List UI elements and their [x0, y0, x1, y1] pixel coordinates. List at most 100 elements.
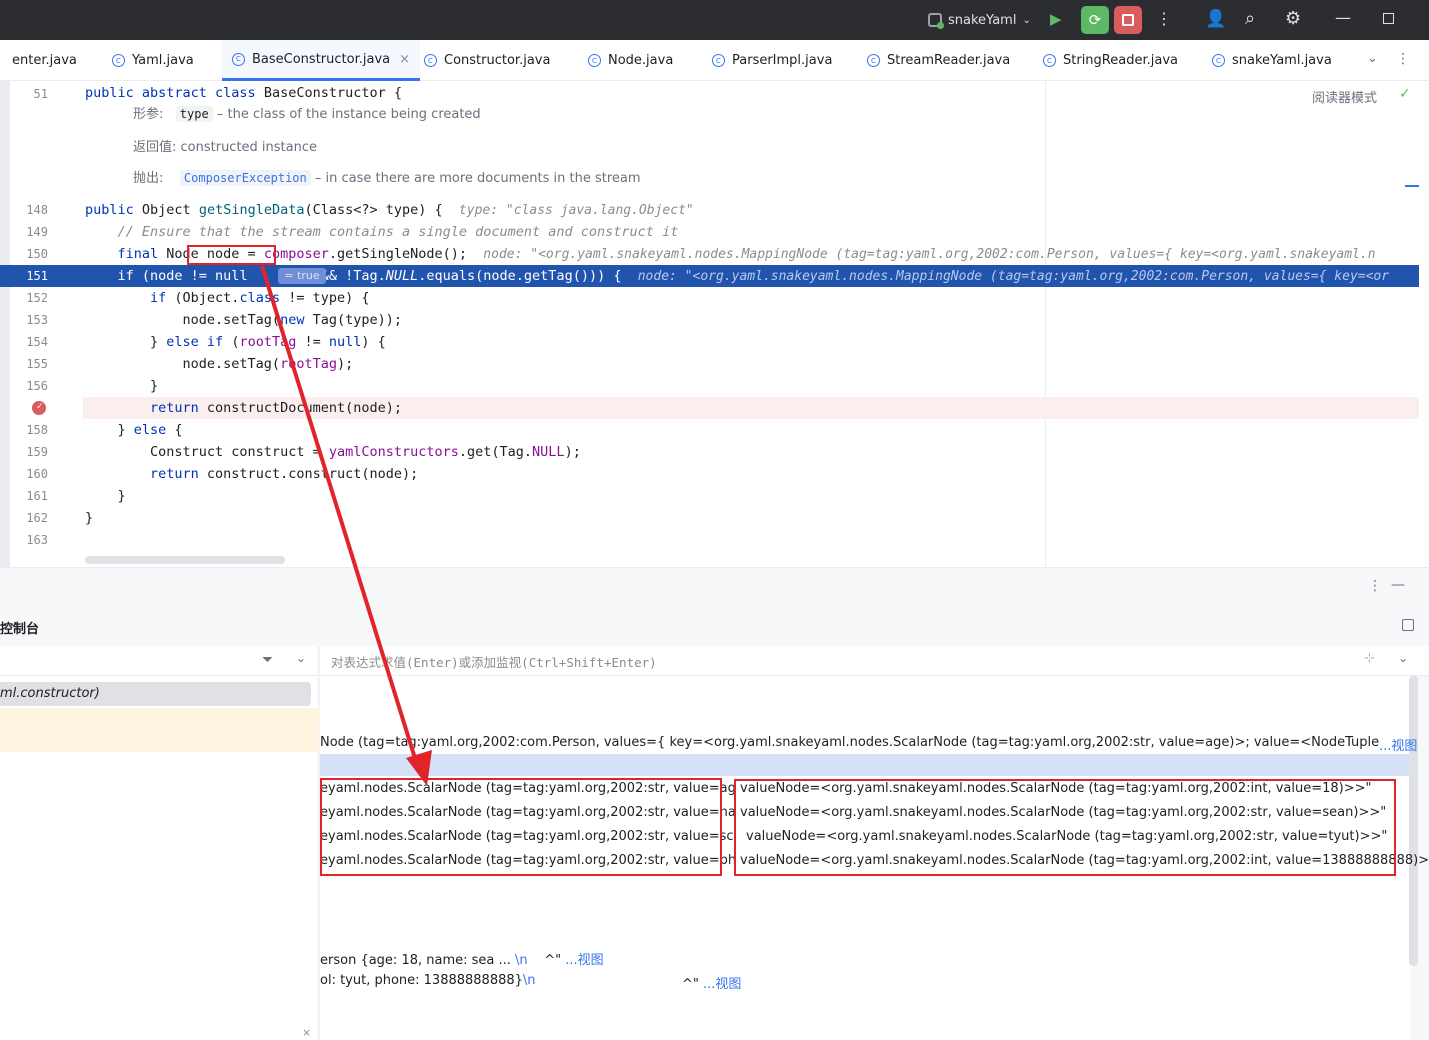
chevron-down-icon[interactable]: ⌄	[296, 651, 306, 665]
code-line: return constructDocument(node);	[85, 400, 402, 416]
view-link[interactable]: ...视图	[565, 953, 603, 968]
more-vertical-icon[interactable]: ⋮	[1156, 9, 1172, 28]
node-value-line[interactable]: Node (tag=tag:yaml.org,2002:com.Person, …	[320, 735, 1380, 750]
line-number: 150	[26, 247, 48, 261]
throws-link[interactable]: ComposerException	[179, 170, 311, 186]
code-line: node.setTag(rootTag);	[85, 356, 354, 372]
line-number: 159	[26, 445, 48, 459]
debug-panel: ⋮ — 控制台 ⏷ ⌄ ml.constructor) × 对表达式求值(Ent…	[0, 568, 1429, 1040]
view-link[interactable]: ...视图	[1379, 735, 1417, 754]
minimize-panel-icon[interactable]: —	[1391, 577, 1405, 593]
rerun-debug-button[interactable]: ⟳	[1081, 6, 1109, 34]
line-number: 153	[26, 313, 48, 327]
frame-item[interactable]	[0, 708, 319, 752]
add-user-icon[interactable]: 👤	[1205, 9, 1226, 29]
code-editor[interactable]: 51 public abstract class BaseConstructor…	[0, 81, 1429, 568]
value-highlight-box	[734, 779, 1396, 876]
tab-node[interactable]: C Node.java	[588, 40, 673, 81]
more-vertical-icon[interactable]: ⋮	[1396, 51, 1410, 67]
tab-constructor[interactable]: C Constructor.java	[424, 40, 550, 81]
stop-icon	[1122, 14, 1134, 26]
app-icon	[928, 13, 944, 29]
stop-button[interactable]	[1114, 6, 1142, 34]
breakpoint-icon[interactable]: ✓	[32, 401, 46, 415]
class-icon: C	[112, 54, 125, 67]
frame-item-selected[interactable]: ml.constructor)	[0, 682, 311, 706]
class-icon: C	[1212, 54, 1225, 67]
tab-snakeyaml[interactable]: CsnakeYaml.java	[1212, 40, 1332, 81]
selected-row	[320, 754, 1409, 776]
code-line: } else {	[85, 422, 183, 438]
frames-toolbar: ⏷ ⌄	[0, 646, 318, 676]
line-number: 156	[26, 379, 48, 393]
class-icon: C	[867, 54, 880, 67]
tab-yaml[interactable]: C Yaml.java	[112, 40, 194, 81]
code-line: } else if (rootTag != null) {	[85, 334, 386, 350]
gear-icon[interactable]: ⚙	[1285, 8, 1301, 29]
run-config-selector[interactable]: snakeYaml ⌄	[928, 9, 1031, 31]
line-number: 158	[26, 423, 48, 437]
code-line: public Object getSingleData(Class<?> typ…	[85, 202, 694, 218]
frames-pane: ⏷ ⌄ ml.constructor) ×	[0, 646, 319, 1040]
string-end-2: ^" ...视图	[682, 977, 742, 992]
line-number: 163	[26, 533, 48, 547]
line-number: 51	[33, 87, 48, 101]
close-tab-icon[interactable]: ×	[399, 52, 410, 67]
editor-tabs: enter.java C Yaml.java C BaseConstructor.j…	[0, 40, 1429, 81]
chevron-down-icon: ⌄	[1022, 14, 1031, 26]
run-config-label: snakeYaml	[948, 12, 1017, 28]
minimize-icon[interactable]: —	[1335, 8, 1351, 27]
line-number: 151	[26, 269, 48, 283]
line-number: 155	[26, 357, 48, 371]
line-number: 160	[26, 467, 48, 481]
reader-mode-button[interactable]: 阅读器模式	[1312, 87, 1377, 106]
search-icon[interactable]: ⌕	[1245, 8, 1255, 29]
layout-icon[interactable]	[1402, 619, 1414, 631]
key-highlight-box	[320, 778, 722, 876]
code-line: }	[85, 378, 159, 394]
value-highlight-box	[187, 245, 276, 265]
title-bar: snakeYaml ⌄ ▶︎ ⟳ ⋮ 👤 ⌕ ⚙ —	[0, 0, 1429, 40]
tab-streamreader[interactable]: C StreamReader.java	[867, 40, 1010, 81]
code-line: if (Object.class != type) {	[85, 290, 370, 306]
filter-icon[interactable]: ⏷	[262, 652, 273, 668]
view-link[interactable]: ...视图	[703, 977, 741, 992]
horizontal-scrollbar[interactable]	[85, 556, 285, 564]
eval-bar: 对表达式求值(Enter)或添加监视(Ctrl+Shift+Enter) ⊹ ⌄	[320, 646, 1429, 676]
code-line: final Node node = composer.getSingleNode…	[85, 246, 1376, 262]
code-line: }	[85, 510, 94, 526]
doc-returns: 返回值: constructed instance	[133, 140, 318, 155]
chevron-down-icon[interactable]: ⌄	[1367, 51, 1378, 66]
check-icon: ✓	[1399, 86, 1411, 102]
eval-input[interactable]: 对表达式求值(Enter)或添加监视(Ctrl+Shift+Enter)	[331, 652, 1341, 672]
panel-title[interactable]: 控制台	[0, 618, 39, 637]
code-line: // Ensure that the stream contains a sin…	[85, 224, 679, 240]
doc-scroll-marker	[1405, 185, 1419, 187]
resume-icon[interactable]: ▶︎	[1050, 10, 1070, 30]
line-number: 162	[26, 511, 48, 525]
tab-stringreader[interactable]: C StringReader.java	[1043, 40, 1178, 81]
add-watch-icon[interactable]: ⊹	[1364, 651, 1375, 666]
class-icon: C	[424, 54, 437, 67]
string-value-1[interactable]: erson {age: 18, name: sea ... \n ^" ...视…	[320, 949, 604, 968]
string-value-2[interactable]: ol: tyut, phone: 13888888888}\n	[320, 973, 536, 988]
tab-enter[interactable]: enter.java	[12, 40, 77, 81]
line-number: 149	[26, 225, 48, 239]
tab-baseconstructor[interactable]: C BaseConstructor.java ×	[222, 40, 421, 81]
inline-true-badge: = true	[278, 268, 326, 284]
class-icon: C	[232, 52, 245, 66]
line-number: 148	[26, 203, 48, 217]
line-number: 161	[26, 489, 48, 503]
restore-icon[interactable]	[1383, 13, 1394, 24]
code-line: return construct.construct(node);	[85, 466, 419, 482]
class-icon: C	[712, 54, 725, 67]
more-vertical-icon[interactable]: ⋮	[1368, 578, 1382, 594]
chevron-down-icon[interactable]: ⌄	[1398, 651, 1408, 665]
class-icon: C	[588, 54, 601, 67]
variables-pane: 对表达式求值(Enter)或添加监视(Ctrl+Shift+Enter) ⊹ ⌄…	[320, 646, 1429, 1040]
tab-parserimpl[interactable]: C ParserImpl.java	[712, 40, 832, 81]
code-line: node.setTag(new Tag(type));	[85, 312, 402, 328]
vertical-scrollbar[interactable]	[1409, 676, 1418, 966]
line-number: 152	[26, 291, 48, 305]
close-icon[interactable]: ×	[302, 1026, 311, 1039]
